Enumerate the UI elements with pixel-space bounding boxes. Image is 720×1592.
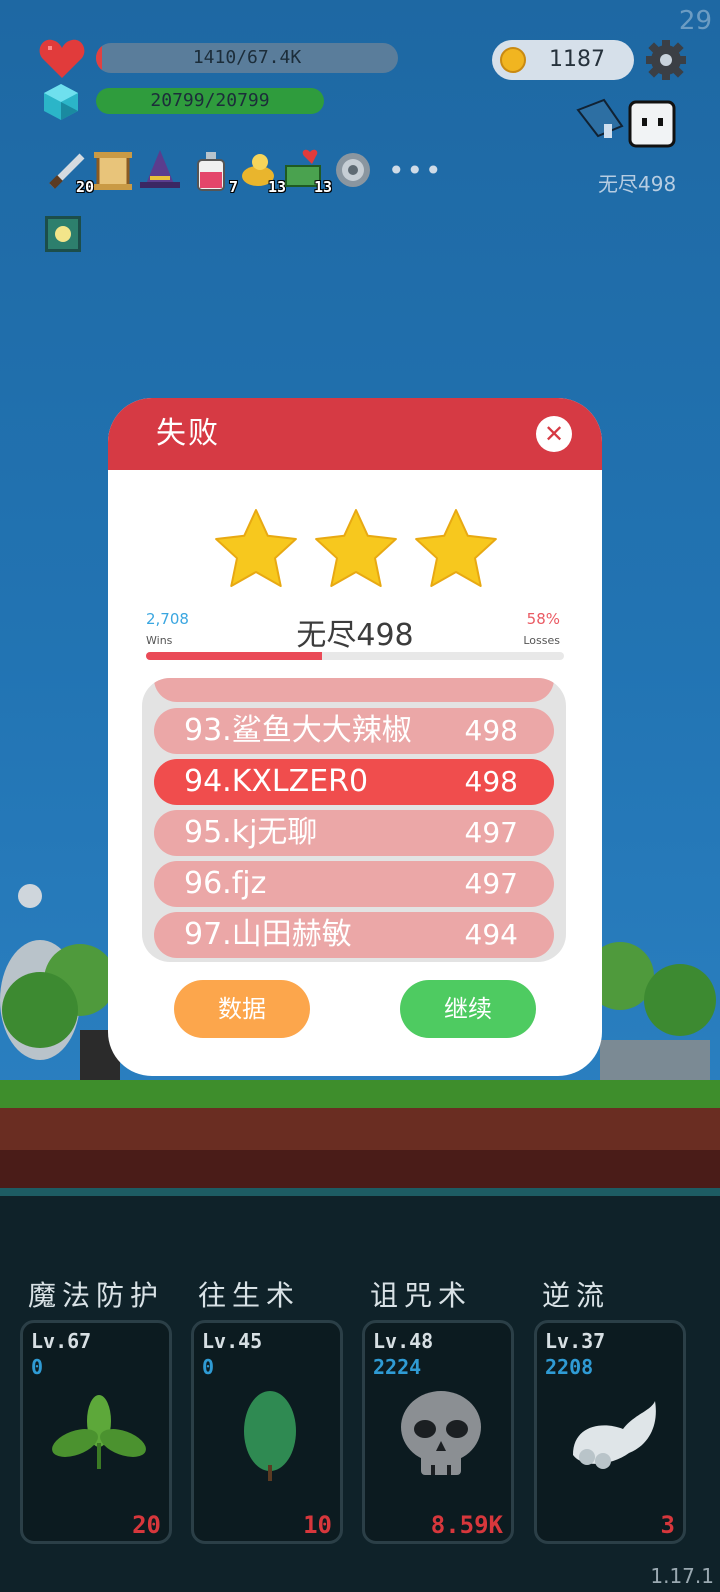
leaderboard-row-current-player: 94.KXLZER0 498 [154, 759, 554, 805]
hp-bar: 1410/67.4K [96, 43, 398, 73]
coin-counter: 1187 [492, 40, 634, 80]
ground [0, 1080, 720, 1190]
endless-level-label: 无尽498 [598, 172, 677, 196]
dialog-header: 失败 ✕ [108, 398, 602, 470]
skill-cost: 20 [132, 1511, 161, 1539]
skill-card-reverse-flow[interactable]: Lv.37 2208 3 [534, 1320, 686, 1544]
defeat-dialog: 失败 ✕ 2,708 Wins 无尽498 58% Losses 93.鲨鱼大大… [108, 398, 602, 1076]
hp-text: 1410/67.4K [192, 47, 302, 68]
leaderboard-row: 95.kj无聊 497 [154, 810, 554, 856]
skill-title-4: 逆流 [542, 1279, 611, 1312]
skill-value: 0 [31, 1355, 44, 1379]
skull-icon [401, 1391, 481, 1475]
skill-title-1: 魔法防护 [28, 1279, 165, 1312]
potion-item-icon[interactable]: 7 [190, 148, 238, 196]
skill-level: Lv.67 [31, 1329, 92, 1353]
skill-value: 2208 [545, 1355, 594, 1379]
skill-cost: 3 [660, 1511, 675, 1539]
close-button[interactable]: ✕ [536, 416, 572, 452]
star-icon [315, 509, 397, 587]
leaderboard-row-partial [154, 678, 554, 702]
mana-bar: 20799/20799 [96, 88, 324, 114]
data-button[interactable]: 数据 [174, 980, 310, 1038]
endless-mode-icon[interactable] [574, 96, 684, 154]
star-icon [215, 509, 297, 587]
skill-level: Lv.48 [373, 1329, 434, 1353]
version-label: 1.17.1 [650, 1564, 714, 1588]
mana-gem-icon [44, 84, 78, 120]
heart-icon [39, 39, 85, 78]
coin-amount: 1187 [549, 47, 605, 72]
corner-counter: 29 [678, 6, 712, 36]
skill-title-3: 诅咒术 [370, 1279, 473, 1312]
skill-value: 0 [202, 1355, 215, 1379]
skill-card-magic-shield[interactable]: Lv.67 0 20 [20, 1320, 172, 1544]
dagger-item-icon[interactable]: 20 [46, 148, 94, 196]
vortex-item-icon[interactable] [332, 148, 374, 194]
skill-card-curse[interactable]: Lv.48 2224 8.59K [362, 1320, 514, 1544]
skill-card-rebirth[interactable]: Lv.45 0 10 [191, 1320, 343, 1544]
skill-level: Lv.37 [545, 1329, 606, 1353]
leaf-icon [244, 1391, 296, 1481]
star-rating [215, 509, 497, 587]
skill-cost: 8.59K [430, 1511, 503, 1539]
leaves-icon [52, 1395, 146, 1469]
wing-icon [573, 1401, 656, 1469]
close-icon: ✕ [543, 420, 565, 448]
mana-text: 20799/20799 [150, 90, 270, 111]
lamp-item-icon[interactable]: 13 [238, 148, 286, 196]
dialog-title: 失败 [156, 416, 220, 451]
skill-level: Lv.45 [202, 1329, 263, 1353]
leaderboard-row: 97.山田赫敏 494 [154, 912, 554, 958]
wizard-hat-item-icon[interactable] [138, 148, 180, 194]
skill-cost: 10 [303, 1511, 332, 1539]
star-icon [415, 509, 497, 587]
continue-button[interactable]: 继续 [400, 980, 536, 1038]
losses-label: Losses [523, 634, 560, 647]
scroll-item-icon[interactable] [92, 148, 134, 194]
leaderboard-row: 93.鲨鱼大大辣椒 498 [154, 708, 554, 754]
leaderboard-row: 96.fjz 497 [154, 861, 554, 907]
win-loss-bar [146, 652, 564, 660]
losses-value: 58% [526, 610, 560, 628]
leaderboard[interactable]: 93.鲨鱼大大辣椒 498 94.KXLZER0 498 95.kj无聊 497… [142, 678, 566, 962]
buff-status-icon [45, 216, 81, 252]
more-items-button[interactable]: ••• [388, 154, 444, 187]
skill-value: 2224 [373, 1355, 422, 1379]
coin-icon [500, 47, 526, 73]
gear-icon[interactable] [646, 40, 686, 80]
cash-heart-item-icon[interactable]: 13 [284, 148, 332, 196]
skill-title-2: 往生术 [198, 1279, 301, 1312]
